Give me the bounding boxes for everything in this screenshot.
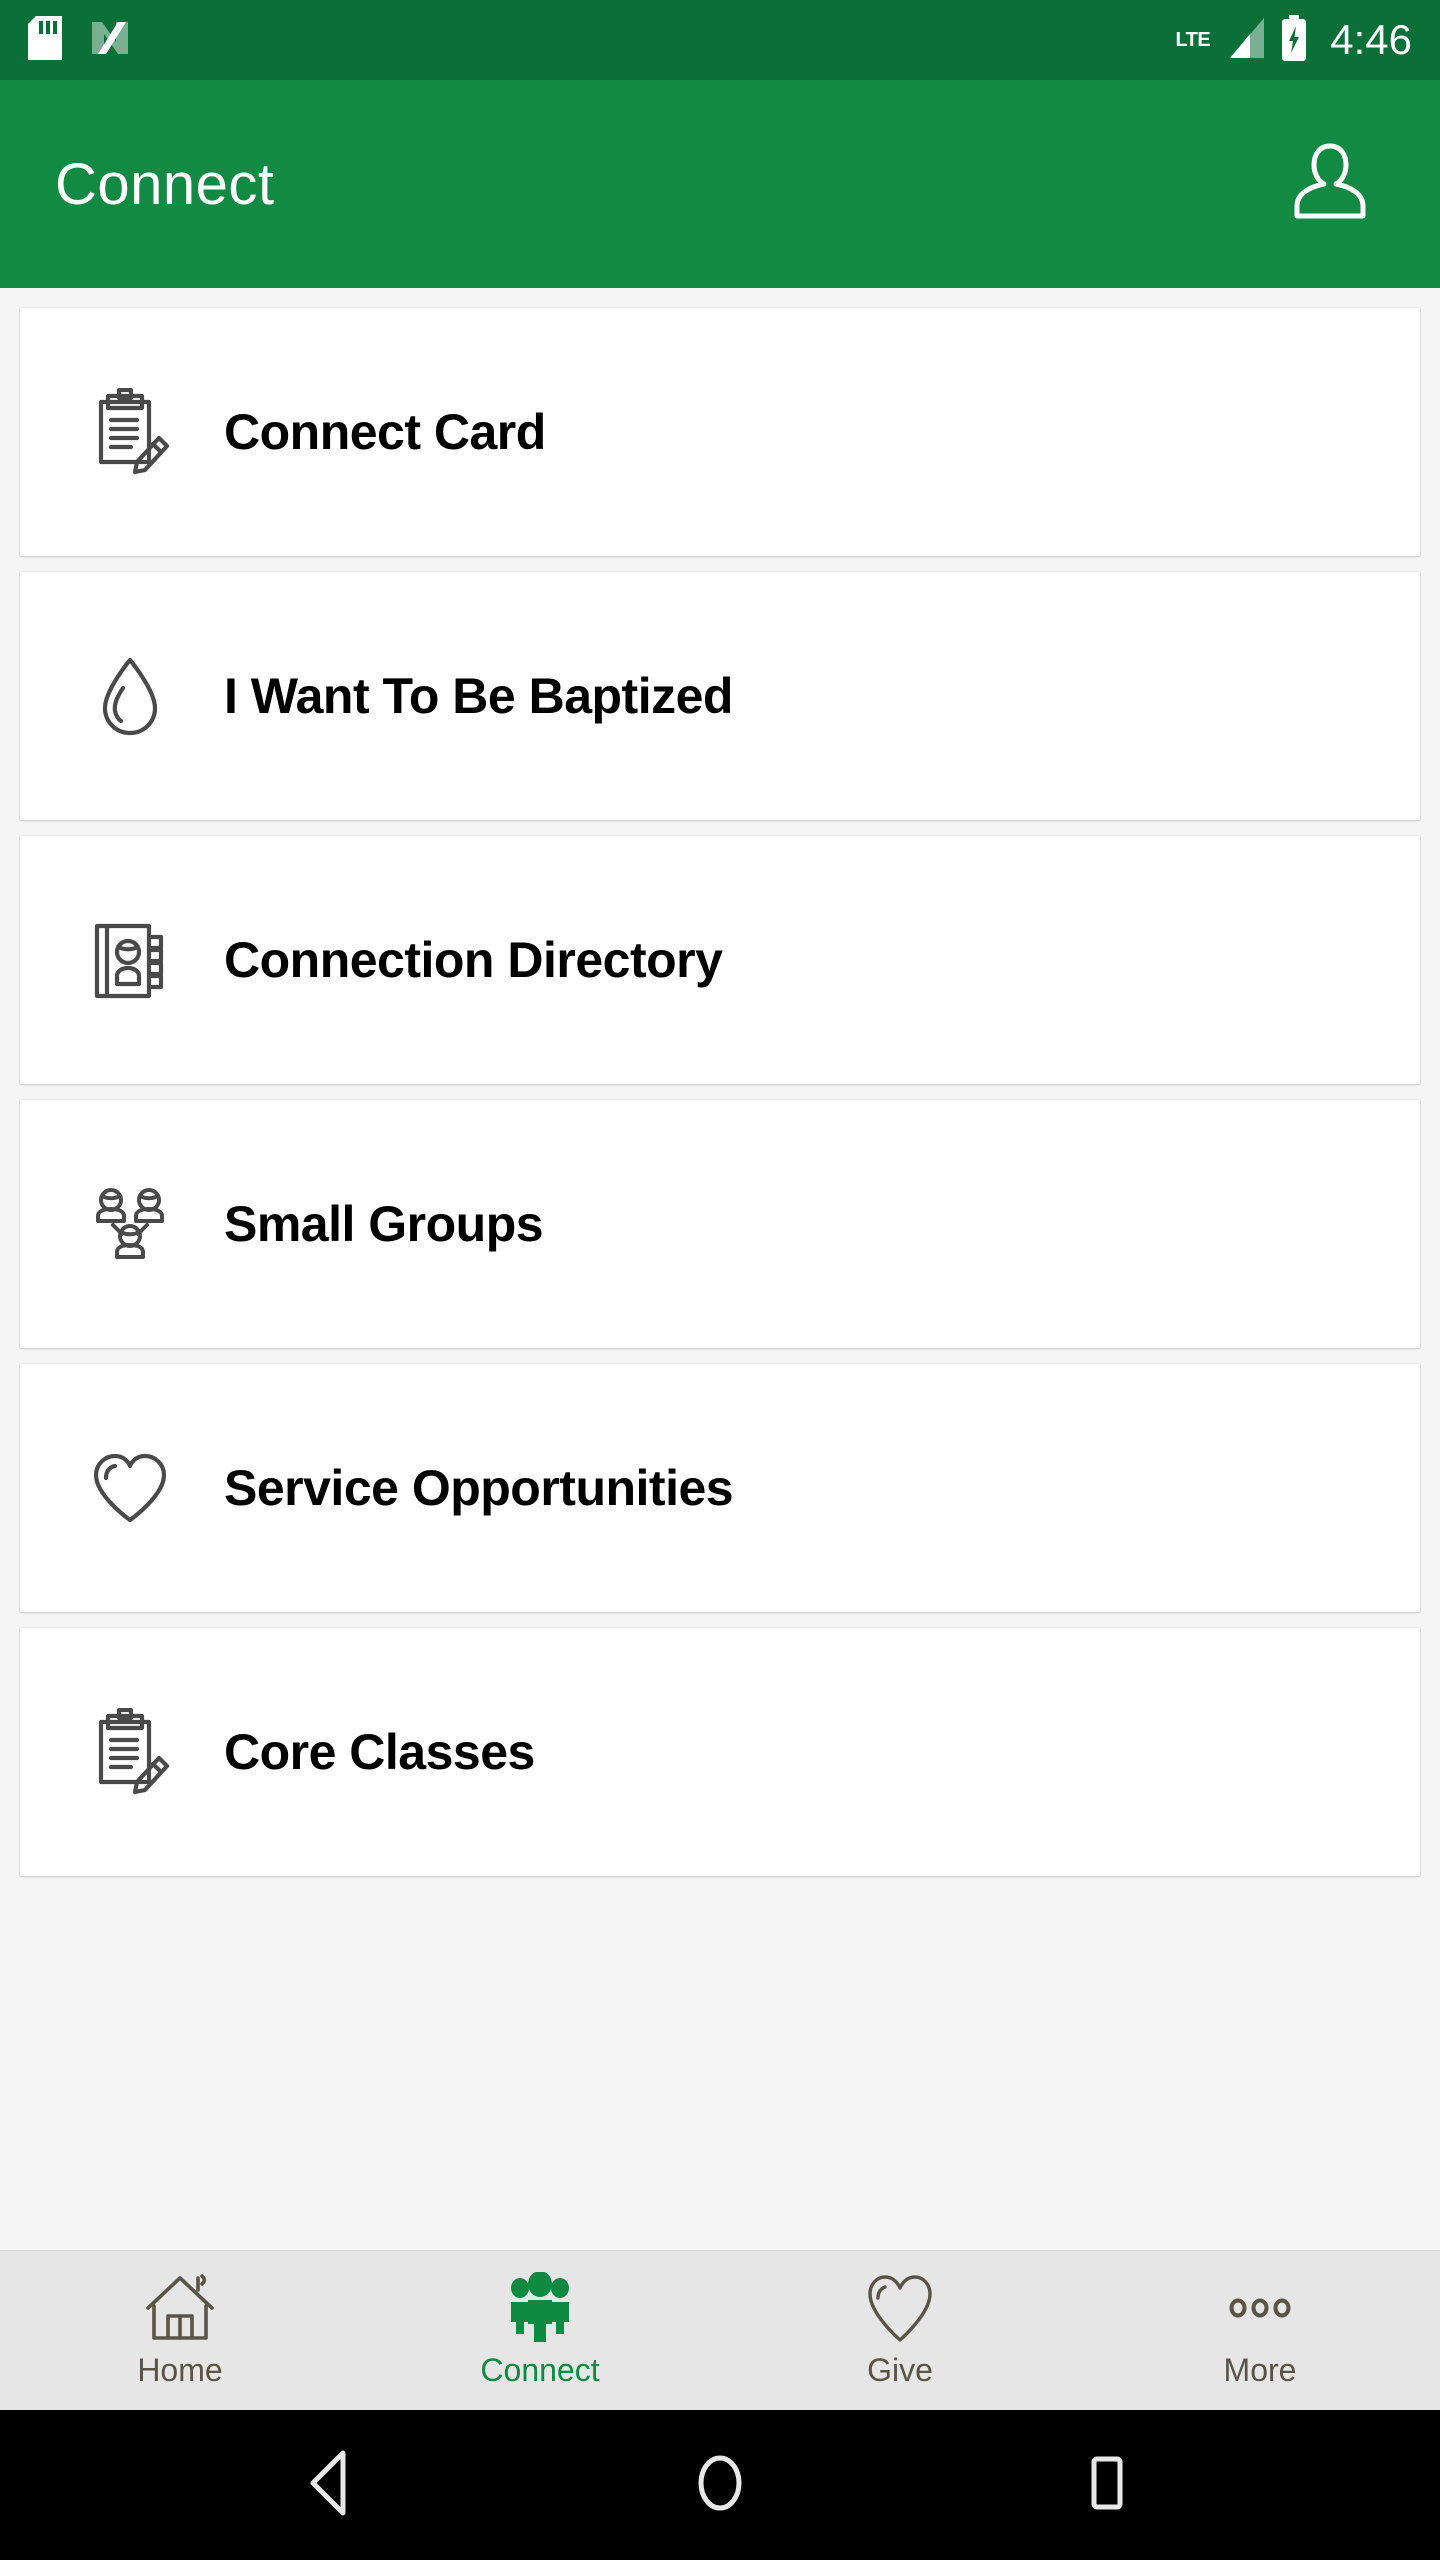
profile-button[interactable] xyxy=(1275,129,1385,239)
bottom-tab-bar: Home Connect Give More xyxy=(0,2250,1440,2410)
address-book-person-icon xyxy=(84,916,176,1004)
status-bar-right-icons: LTE 4:46 xyxy=(1175,14,1412,66)
tab-give[interactable]: Give xyxy=(720,2251,1080,2410)
person-outline-icon xyxy=(1291,140,1369,229)
list-item-baptized[interactable]: I Want To Be Baptized xyxy=(20,572,1420,820)
back-triangle-icon xyxy=(303,2449,363,2522)
signal-bars-icon xyxy=(1224,16,1266,65)
home-circle-icon xyxy=(690,2449,750,2522)
tab-label: More xyxy=(1223,2352,1297,2388)
recents-square-icon xyxy=(1077,2449,1137,2522)
house-icon xyxy=(142,2272,218,2344)
list-item-connect-card[interactable]: Connect Card xyxy=(20,308,1420,556)
tab-label: Home xyxy=(137,2352,223,2388)
list-item-connection-directory[interactable]: Connection Directory xyxy=(20,836,1420,1084)
three-people-group-icon xyxy=(84,1180,176,1268)
connect-card-list: Connect Card I Want To Be Baptized Conne… xyxy=(0,300,1440,1884)
tab-label: Connect xyxy=(480,2352,600,2388)
list-item-label: I Want To Be Baptized xyxy=(224,668,733,724)
list-item-label: Core Classes xyxy=(224,1724,535,1780)
status-bar: LTE 4:46 xyxy=(0,0,1440,80)
tab-connect[interactable]: Connect xyxy=(360,2251,720,2410)
list-item-small-groups[interactable]: Small Groups xyxy=(20,1100,1420,1348)
sd-card-icon xyxy=(28,15,62,65)
list-item-label: Connection Directory xyxy=(224,932,723,988)
three-dots-icon xyxy=(1222,2272,1298,2344)
clipboard-pencil-icon xyxy=(84,1708,176,1796)
app-screen: LTE 4:46 Connect Connect Card I Want To … xyxy=(0,0,1440,2560)
heart-outline-icon xyxy=(862,2272,938,2344)
water-drop-icon xyxy=(84,652,176,740)
tab-label: Give xyxy=(867,2352,933,2388)
heart-outline-icon xyxy=(84,1444,176,1532)
list-item-label: Service Opportunities xyxy=(224,1460,734,1516)
back-button[interactable] xyxy=(273,2425,393,2545)
status-bar-clock: 4:46 xyxy=(1330,16,1412,63)
app-bar-actions xyxy=(1275,129,1385,239)
battery-charging-icon xyxy=(1280,14,1308,66)
clipboard-pencil-icon xyxy=(84,388,176,476)
page-title: Connect xyxy=(55,151,275,217)
list-item-label: Small Groups xyxy=(224,1196,544,1252)
tab-home[interactable]: Home xyxy=(0,2251,360,2410)
people-group-filled-icon xyxy=(502,2272,578,2344)
android-nougat-icon xyxy=(88,16,132,65)
list-item-core-classes[interactable]: Core Classes xyxy=(20,1628,1420,1876)
tab-more[interactable]: More xyxy=(1080,2251,1440,2410)
list-item-service-opportunities[interactable]: Service Opportunities xyxy=(20,1364,1420,1612)
android-navigation-bar xyxy=(0,2410,1440,2560)
lte-label: LTE xyxy=(1175,29,1211,51)
list-item-label: Connect Card xyxy=(224,404,546,460)
main-content: Connect Card I Want To Be Baptized Conne… xyxy=(0,288,1440,2250)
home-button[interactable] xyxy=(660,2425,780,2545)
app-bar: Connect xyxy=(0,80,1440,288)
recents-button[interactable] xyxy=(1047,2425,1167,2545)
status-bar-left-icons xyxy=(28,15,132,65)
